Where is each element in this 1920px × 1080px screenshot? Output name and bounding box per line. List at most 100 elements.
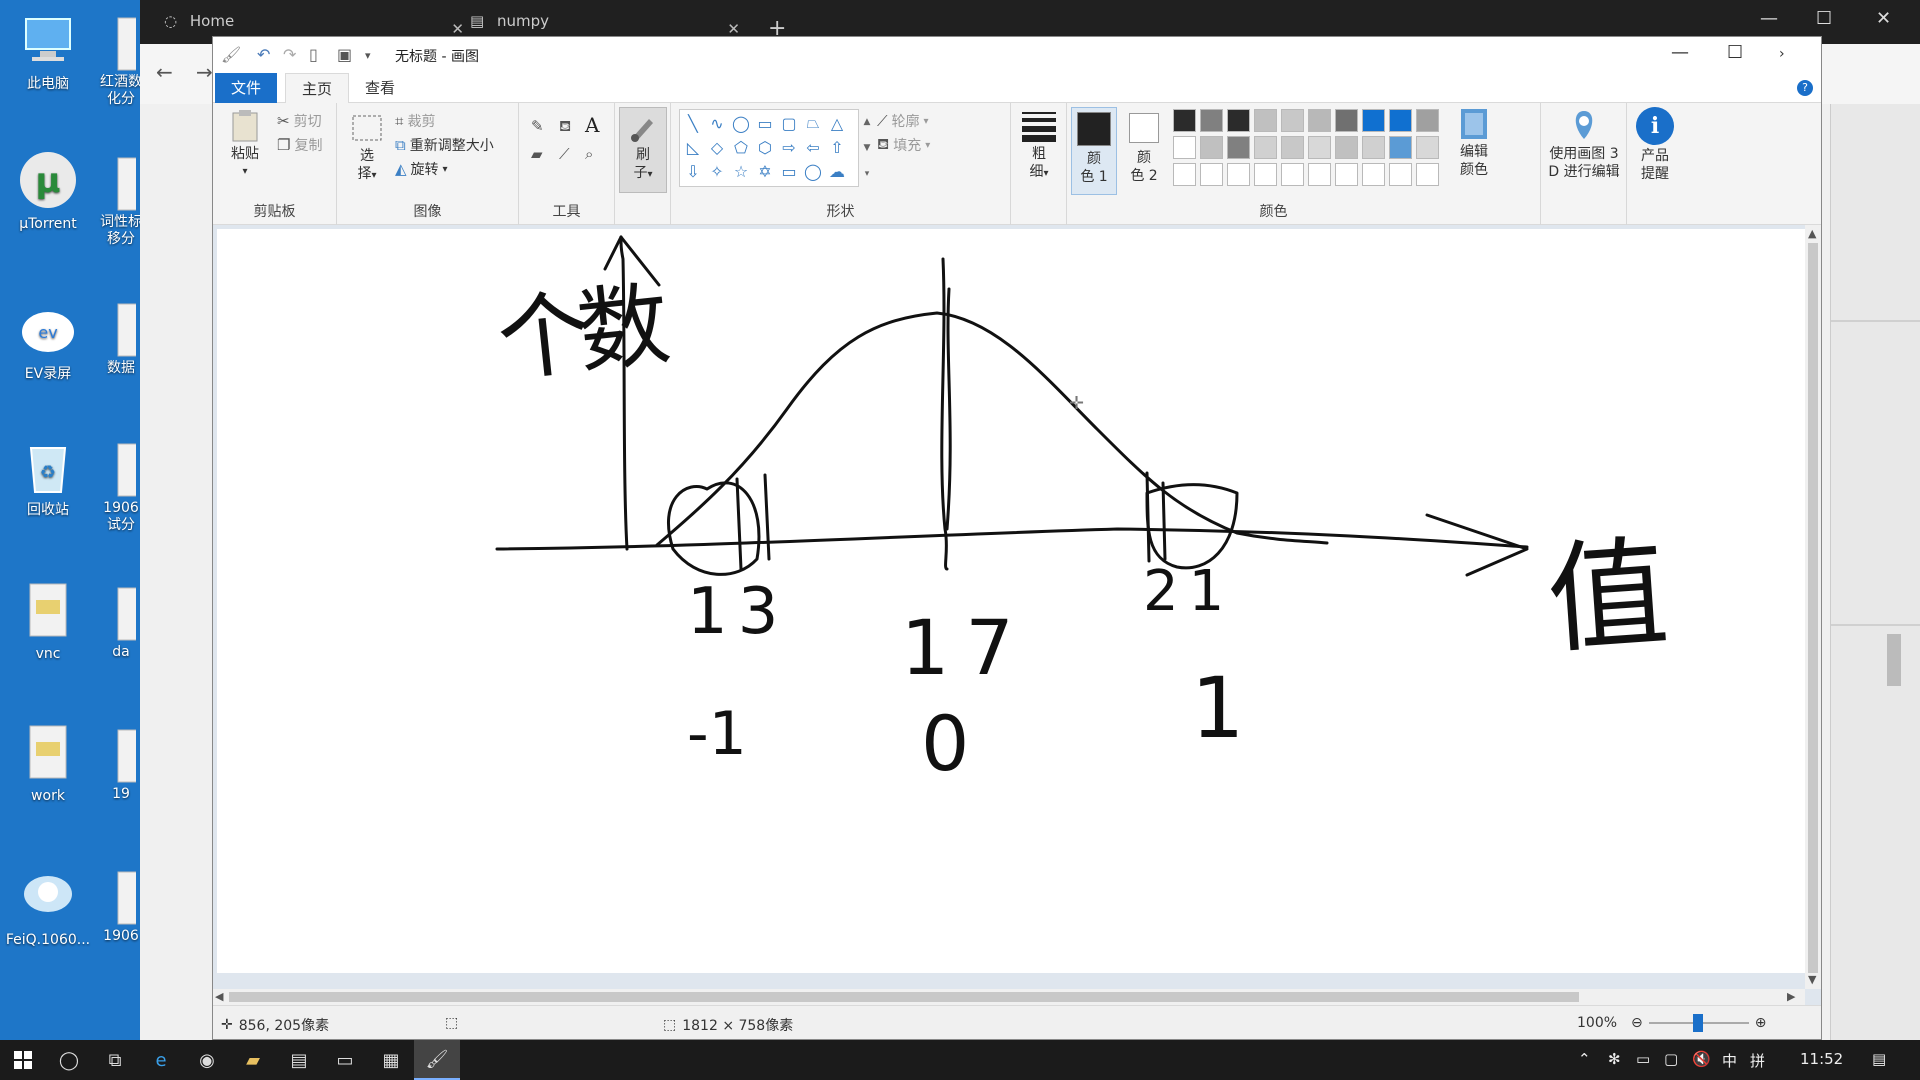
product-alert-button[interactable]: i 产品 提醒: [1633, 107, 1677, 183]
color-swatch[interactable]: [1308, 136, 1331, 159]
scroll-up-icon[interactable]: ▲: [1808, 227, 1816, 240]
desktop-icon-col2-3[interactable]: 1906 试分: [96, 440, 146, 534]
color-swatch[interactable]: [1281, 163, 1304, 186]
vertical-scrollbar[interactable]: ▲ ▼: [1805, 225, 1821, 989]
color2-button[interactable]: 颜 色 2: [1121, 107, 1167, 195]
tab-view[interactable]: 查看: [349, 73, 411, 103]
redo-icon[interactable]: ↷: [283, 45, 296, 64]
start-windows-icon[interactable]: [0, 1040, 46, 1080]
size-button[interactable]: 粗 细▾: [1017, 109, 1061, 183]
desktop-icon-feiq[interactable]: FeiQ.1060...: [0, 866, 96, 949]
pencil-icon[interactable]: ✎: [531, 117, 544, 135]
maximize-icon[interactable]: ☐: [1816, 8, 1832, 29]
color-swatch[interactable]: [1362, 136, 1385, 159]
color-swatch[interactable]: [1335, 109, 1358, 132]
ime-mode[interactable]: 拼: [1750, 1050, 1765, 1071]
scroll-right-icon[interactable]: ▶: [1787, 990, 1795, 1003]
rotate-button[interactable]: ◭ 旋转 ▾: [395, 159, 448, 179]
search-circle-icon[interactable]: ◯: [46, 1040, 92, 1080]
resize-button[interactable]: ⧉ 重新调整大小: [395, 135, 494, 155]
curve-shape-icon[interactable]: ∿: [706, 112, 728, 134]
color-swatch[interactable]: [1200, 163, 1223, 186]
color-swatch[interactable]: [1173, 163, 1196, 186]
ribbon-expand-icon[interactable]: ›: [1779, 46, 1785, 62]
paint3d-button[interactable]: 使用画图 3 D 进行编辑: [1543, 109, 1625, 181]
desktop-icon-col2-2[interactable]: 数据: [96, 300, 146, 377]
star4-shape-icon[interactable]: ✧: [706, 160, 728, 182]
horizontal-scrollbar[interactable]: ◀ ▶: [213, 989, 1805, 1005]
new-file-icon[interactable]: ▯: [309, 45, 318, 64]
color-swatch[interactable]: [1254, 163, 1277, 186]
scrollbar-thumb[interactable]: [1808, 243, 1818, 973]
scrollbar-thumb[interactable]: [229, 992, 1579, 1002]
hexagon-shape-icon[interactable]: ⬡: [754, 136, 776, 158]
arrow-right-shape-icon[interactable]: ⇨: [778, 136, 800, 158]
desktop-icon-col2-1[interactable]: 词性标 移分: [96, 154, 146, 248]
color-swatch[interactable]: [1362, 163, 1385, 186]
scroll-left-icon[interactable]: ◀: [215, 990, 223, 1003]
desktop-icon-ev-recorder[interactable]: ev EV录屏: [0, 300, 96, 383]
diamond-shape-icon[interactable]: ◇: [706, 136, 728, 158]
rounded-rect-shape-icon[interactable]: ▢: [778, 112, 800, 134]
desktop-icon-col2-6[interactable]: 1906: [96, 868, 146, 945]
right-triangle-shape-icon[interactable]: ◺: [682, 136, 704, 158]
color-swatch[interactable]: [1416, 136, 1439, 159]
color-swatch[interactable]: [1389, 163, 1412, 186]
desktop-icon-utorrent[interactable]: µ μTorrent: [0, 150, 96, 233]
color-swatch[interactable]: [1416, 163, 1439, 186]
select-button[interactable]: 选 择▾: [345, 111, 389, 185]
zoom-slider[interactable]: [1648, 1014, 1749, 1032]
zoom-out-icon[interactable]: ⊖: [1631, 1015, 1643, 1031]
desktop-icon-work[interactable]: work: [0, 722, 96, 805]
color-swatch[interactable]: [1308, 109, 1331, 132]
help-icon[interactable]: ?: [1797, 80, 1813, 96]
color-swatch[interactable]: [1335, 163, 1358, 186]
desktop-icon-col2-0[interactable]: 红酒数 化分: [96, 14, 146, 108]
color-swatch[interactable]: [1335, 136, 1358, 159]
paint-taskbar-icon[interactable]: 🖌: [414, 1040, 460, 1080]
desktop-icon-this-pc[interactable]: 此电脑: [0, 10, 96, 93]
cut-button[interactable]: ✂ 剪切: [277, 111, 322, 131]
minimize-icon[interactable]: —: [1671, 42, 1689, 63]
line-shape-icon[interactable]: ╲: [682, 112, 704, 134]
color-swatch[interactable]: [1227, 163, 1250, 186]
app-icon[interactable]: ▤: [276, 1040, 322, 1080]
text-tool-icon[interactable]: A: [585, 113, 599, 137]
outline-button[interactable]: ⟋ 轮廓 ▾: [877, 111, 929, 131]
file-explorer-icon[interactable]: ▰: [230, 1040, 276, 1080]
color-swatch[interactable]: [1281, 109, 1304, 132]
crop-button[interactable]: ⌗ 裁剪: [395, 111, 435, 131]
clock[interactable]: 11:52: [1800, 1050, 1843, 1068]
color-swatch[interactable]: [1200, 109, 1223, 132]
triangle-shape-icon[interactable]: △: [826, 112, 848, 134]
scrollbar-thumb[interactable]: [1887, 634, 1901, 686]
chevron-up-icon[interactable]: ⌃: [1578, 1050, 1591, 1068]
undo-icon[interactable]: ↶: [257, 45, 270, 64]
color-swatch[interactable]: [1389, 109, 1412, 132]
shapes-scroll[interactable]: ▲ ▼ ▾: [861, 109, 873, 187]
color-swatch[interactable]: [1389, 136, 1412, 159]
drawing-canvas[interactable]: 个数 值 13 17 21 -1 0 1 ✛: [217, 229, 1807, 973]
color-swatch[interactable]: [1254, 109, 1277, 132]
zoom-slider-thumb[interactable]: [1692, 1014, 1703, 1032]
zoom-in-icon[interactable]: ⊕: [1755, 1015, 1767, 1031]
color-swatch[interactable]: [1281, 136, 1304, 159]
rectangle-shape-icon[interactable]: ▭: [754, 112, 776, 134]
callout-rect-shape-icon[interactable]: ▭: [778, 160, 800, 182]
scroll-down-icon[interactable]: ▼: [1808, 973, 1816, 986]
star5-shape-icon[interactable]: ☆: [730, 160, 752, 182]
back-icon[interactable]: ←: [156, 60, 173, 84]
close-icon[interactable]: ✕: [1876, 8, 1891, 29]
eraser-icon[interactable]: ▰: [531, 145, 543, 163]
minimize-icon[interactable]: —: [1760, 8, 1778, 29]
callout-cloud-shape-icon[interactable]: ☁: [826, 160, 848, 182]
task-view-icon[interactable]: ⧉: [92, 1040, 138, 1080]
color-swatch[interactable]: [1227, 109, 1250, 132]
desktop-icon-col2-4[interactable]: da: [96, 584, 146, 661]
desktop-icon-vnc[interactable]: vnc: [0, 580, 96, 663]
color-swatch[interactable]: [1254, 136, 1277, 159]
arrow-down-shape-icon[interactable]: ⇩: [682, 160, 704, 182]
fill-button[interactable]: ⛾ 填充 ▾: [877, 135, 930, 155]
color-swatch[interactable]: [1362, 109, 1385, 132]
forward-icon[interactable]: →: [196, 60, 213, 84]
